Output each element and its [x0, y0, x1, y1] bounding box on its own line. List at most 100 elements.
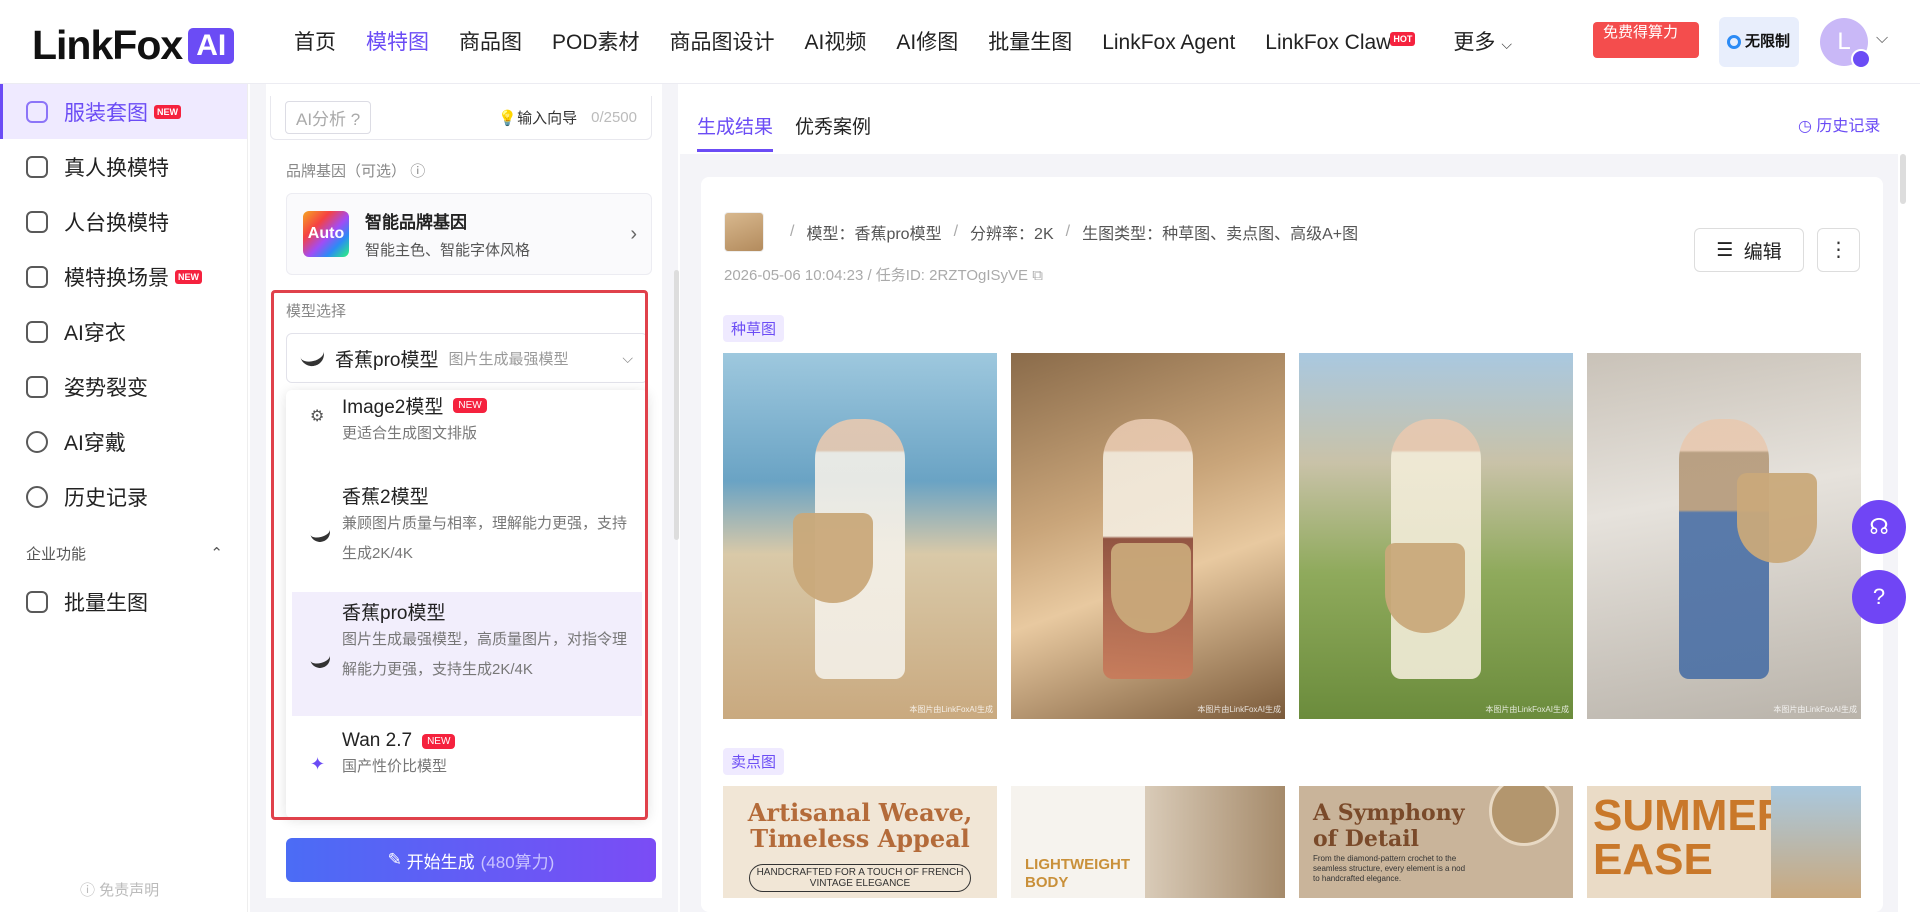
bag-shape	[1385, 543, 1465, 633]
task-meta: / 模型：香蕉pro模型 / 分辨率：2K / 生图类型：种草图、卖点图、高级A+图	[724, 212, 1358, 252]
help-icon[interactable]: ⓘ	[410, 163, 425, 180]
promo-title: A Symphony of Detail	[1313, 800, 1465, 852]
promo-title: LIGHTWEIGHT BODY	[1025, 856, 1130, 891]
history-link[interactable]: ◷ 历史记录	[1798, 112, 1880, 136]
nav-ai-retouch[interactable]: AI修图	[896, 28, 958, 58]
more-options-button[interactable]: ⋮	[1817, 228, 1860, 272]
section-label: 企业功能	[26, 545, 87, 563]
task-time: 2026-05-06 10:04:23 / 任务ID: 2RZTOgISyVE …	[724, 264, 1043, 285]
generate-label: 开始生成	[406, 852, 475, 872]
result-image[interactable]: 本图片由LinkFoxAI生成	[723, 353, 997, 719]
tab-results[interactable]: 生成结果	[697, 112, 774, 152]
chevron-down-icon[interactable]: ⌵	[1876, 30, 1888, 48]
panel-scrollbar[interactable]	[674, 270, 679, 540]
sidebar-item-label: AI穿戴	[64, 431, 126, 455]
nav-agent[interactable]: LinkFox Agent	[1102, 28, 1235, 58]
sidebar-item-batch[interactable]: 批量生图	[0, 574, 247, 629]
power-icon	[1727, 35, 1741, 49]
image-icon	[26, 590, 48, 613]
sidebar-item-real-model[interactable]: 真人换模特	[0, 139, 247, 194]
disclaimer-link[interactable]: ⓘ 免责声明	[80, 879, 159, 900]
guide-label: 输入向导	[517, 110, 578, 127]
help-button[interactable]: ?	[1852, 570, 1906, 624]
promo-image[interactable]: SUMMER EASE	[1587, 786, 1861, 898]
nav-product-image[interactable]: 商品图	[459, 28, 522, 58]
sidebar-item-label: 历史记录	[64, 486, 148, 510]
sidebar-item-scene[interactable]: 模特换场景 NEW	[0, 249, 247, 304]
chevron-down-icon: ⌵	[1501, 36, 1512, 52]
clock-icon: ◷	[1798, 118, 1812, 135]
result-tabs: 生成结果 优秀案例	[697, 112, 871, 152]
nav-more[interactable]: 更多 ⌵	[1453, 28, 1512, 58]
sliders-icon: ☰	[1716, 239, 1734, 261]
promo-image[interactable]: Artisanal Weave, Timeless Appeal HANDCRA…	[723, 786, 997, 898]
sidebar-item-label: 人台换模特	[64, 211, 169, 235]
logo[interactable]: LinkFox AI	[32, 22, 235, 69]
sidebar-item-label: 姿势裂变	[64, 376, 148, 400]
main-scrollbar[interactable]	[1900, 154, 1906, 204]
result-image[interactable]: 本图片由LinkFoxAI生成	[1011, 353, 1285, 719]
chevron-right-icon: ›	[630, 222, 637, 245]
unlimited-label: 无限制	[1745, 33, 1791, 50]
sidebar-item-ai-wear[interactable]: AI穿戴	[0, 414, 247, 469]
bag-shape	[1111, 543, 1191, 633]
enterprise-section[interactable]: 企业功能 ⌃	[0, 532, 247, 574]
generate-cost: (480算力)	[480, 852, 555, 872]
nav-home[interactable]: 首页	[294, 28, 336, 58]
new-badge: NEW	[175, 269, 202, 284]
promo-image[interactable]: A Symphony of Detail From the diamond-pa…	[1299, 786, 1573, 898]
highlight-frame	[271, 290, 648, 820]
copy-icon[interactable]: ⧉	[1032, 267, 1043, 284]
result-image[interactable]: 本图片由LinkFoxAI生成	[1299, 353, 1573, 719]
input-guide-button[interactable]: 💡输入向导	[498, 107, 577, 128]
logo-ai-badge: AI	[188, 27, 235, 64]
nav-model-image[interactable]: 模特图	[366, 28, 429, 58]
nav-ai-video[interactable]: AI视频	[805, 28, 867, 58]
top-bar: LinkFox AI 首页 模特图 商品图 POD素材 商品图设计 AI视频 A…	[0, 0, 1920, 84]
nav-claw[interactable]: LinkFox Claw HOT	[1265, 28, 1416, 58]
scene-icon	[26, 265, 48, 288]
generate-button[interactable]: ✎ 开始生成 (480算力)	[286, 838, 656, 882]
tab-showcase[interactable]: 优秀案例	[795, 112, 871, 152]
edit-label: 编辑	[1743, 241, 1782, 263]
bag-shape	[793, 513, 873, 603]
char-count: 0/2500	[591, 109, 637, 126]
brand-label-text: 品牌基因（可选）	[286, 163, 407, 180]
ai-analysis-button[interactable]: AI分析 ?	[285, 101, 372, 134]
nav-batch[interactable]: 批量生图	[988, 28, 1072, 58]
chevron-up-icon: ⌃	[210, 545, 223, 562]
result-image[interactable]: 本图片由LinkFoxAI生成	[1587, 353, 1861, 719]
nav-pod[interactable]: POD素材	[552, 28, 640, 58]
sidebar-item-label: 模特换场景	[64, 266, 169, 290]
watermark: 本图片由LinkFoxAI生成	[909, 705, 993, 714]
prompt-footer: AI分析 ? 💡输入向导 0/2500	[270, 96, 652, 140]
meta-type: 生图类型：种草图、卖点图、高级A+图	[1082, 226, 1359, 243]
nav-product-design[interactable]: 商品图设计	[670, 28, 775, 58]
promo-subtitle: HANDCRAFTED FOR A TOUCH OF FRENCH VINTAG…	[749, 864, 971, 892]
sidebar-item-pose[interactable]: 姿势裂变	[0, 359, 247, 414]
sidebar-item-mannequin[interactable]: 人台换模特	[0, 194, 247, 249]
logo-text: LinkFox	[32, 22, 183, 68]
sidebar-item-label: 真人换模特	[64, 156, 169, 180]
disclaimer-label: 免责声明	[99, 882, 160, 899]
brand-gene-card[interactable]: Auto 智能品牌基因 智能主色、智能字体风格 ›	[286, 193, 652, 275]
watermark: 本图片由LinkFoxAI生成	[1197, 705, 1281, 714]
sidebar-item-ai-dress[interactable]: AI穿衣	[0, 304, 247, 359]
detail-circle	[1489, 786, 1559, 846]
sidebar-item-outfit-set[interactable]: 服装套图 NEW	[0, 84, 247, 139]
magic-wand-icon: ✎	[387, 850, 402, 869]
promo-title: Artisanal Weave, Timeless Appeal	[747, 798, 973, 853]
customer-service-button[interactable]: ☊	[1852, 500, 1906, 554]
unlimited-button[interactable]: 无限制	[1719, 17, 1799, 67]
edit-button[interactable]: ☰ 编辑	[1694, 228, 1804, 272]
avatar[interactable]: L	[1820, 18, 1871, 69]
bag-shape	[1737, 473, 1817, 563]
circle-icon	[26, 430, 48, 453]
ai-chip-label: AI分析	[296, 110, 347, 129]
sidebar-item-label: 批量生图	[64, 591, 148, 615]
sidebar-item-history[interactable]: 历史记录	[0, 469, 247, 524]
promo-image[interactable]: LIGHTWEIGHT BODY	[1011, 786, 1285, 898]
product-thumbnail[interactable]	[724, 212, 764, 252]
free-credits-button[interactable]: 免费得算力	[1593, 22, 1699, 58]
watermark: 本图片由LinkFoxAI生成	[1485, 705, 1569, 714]
